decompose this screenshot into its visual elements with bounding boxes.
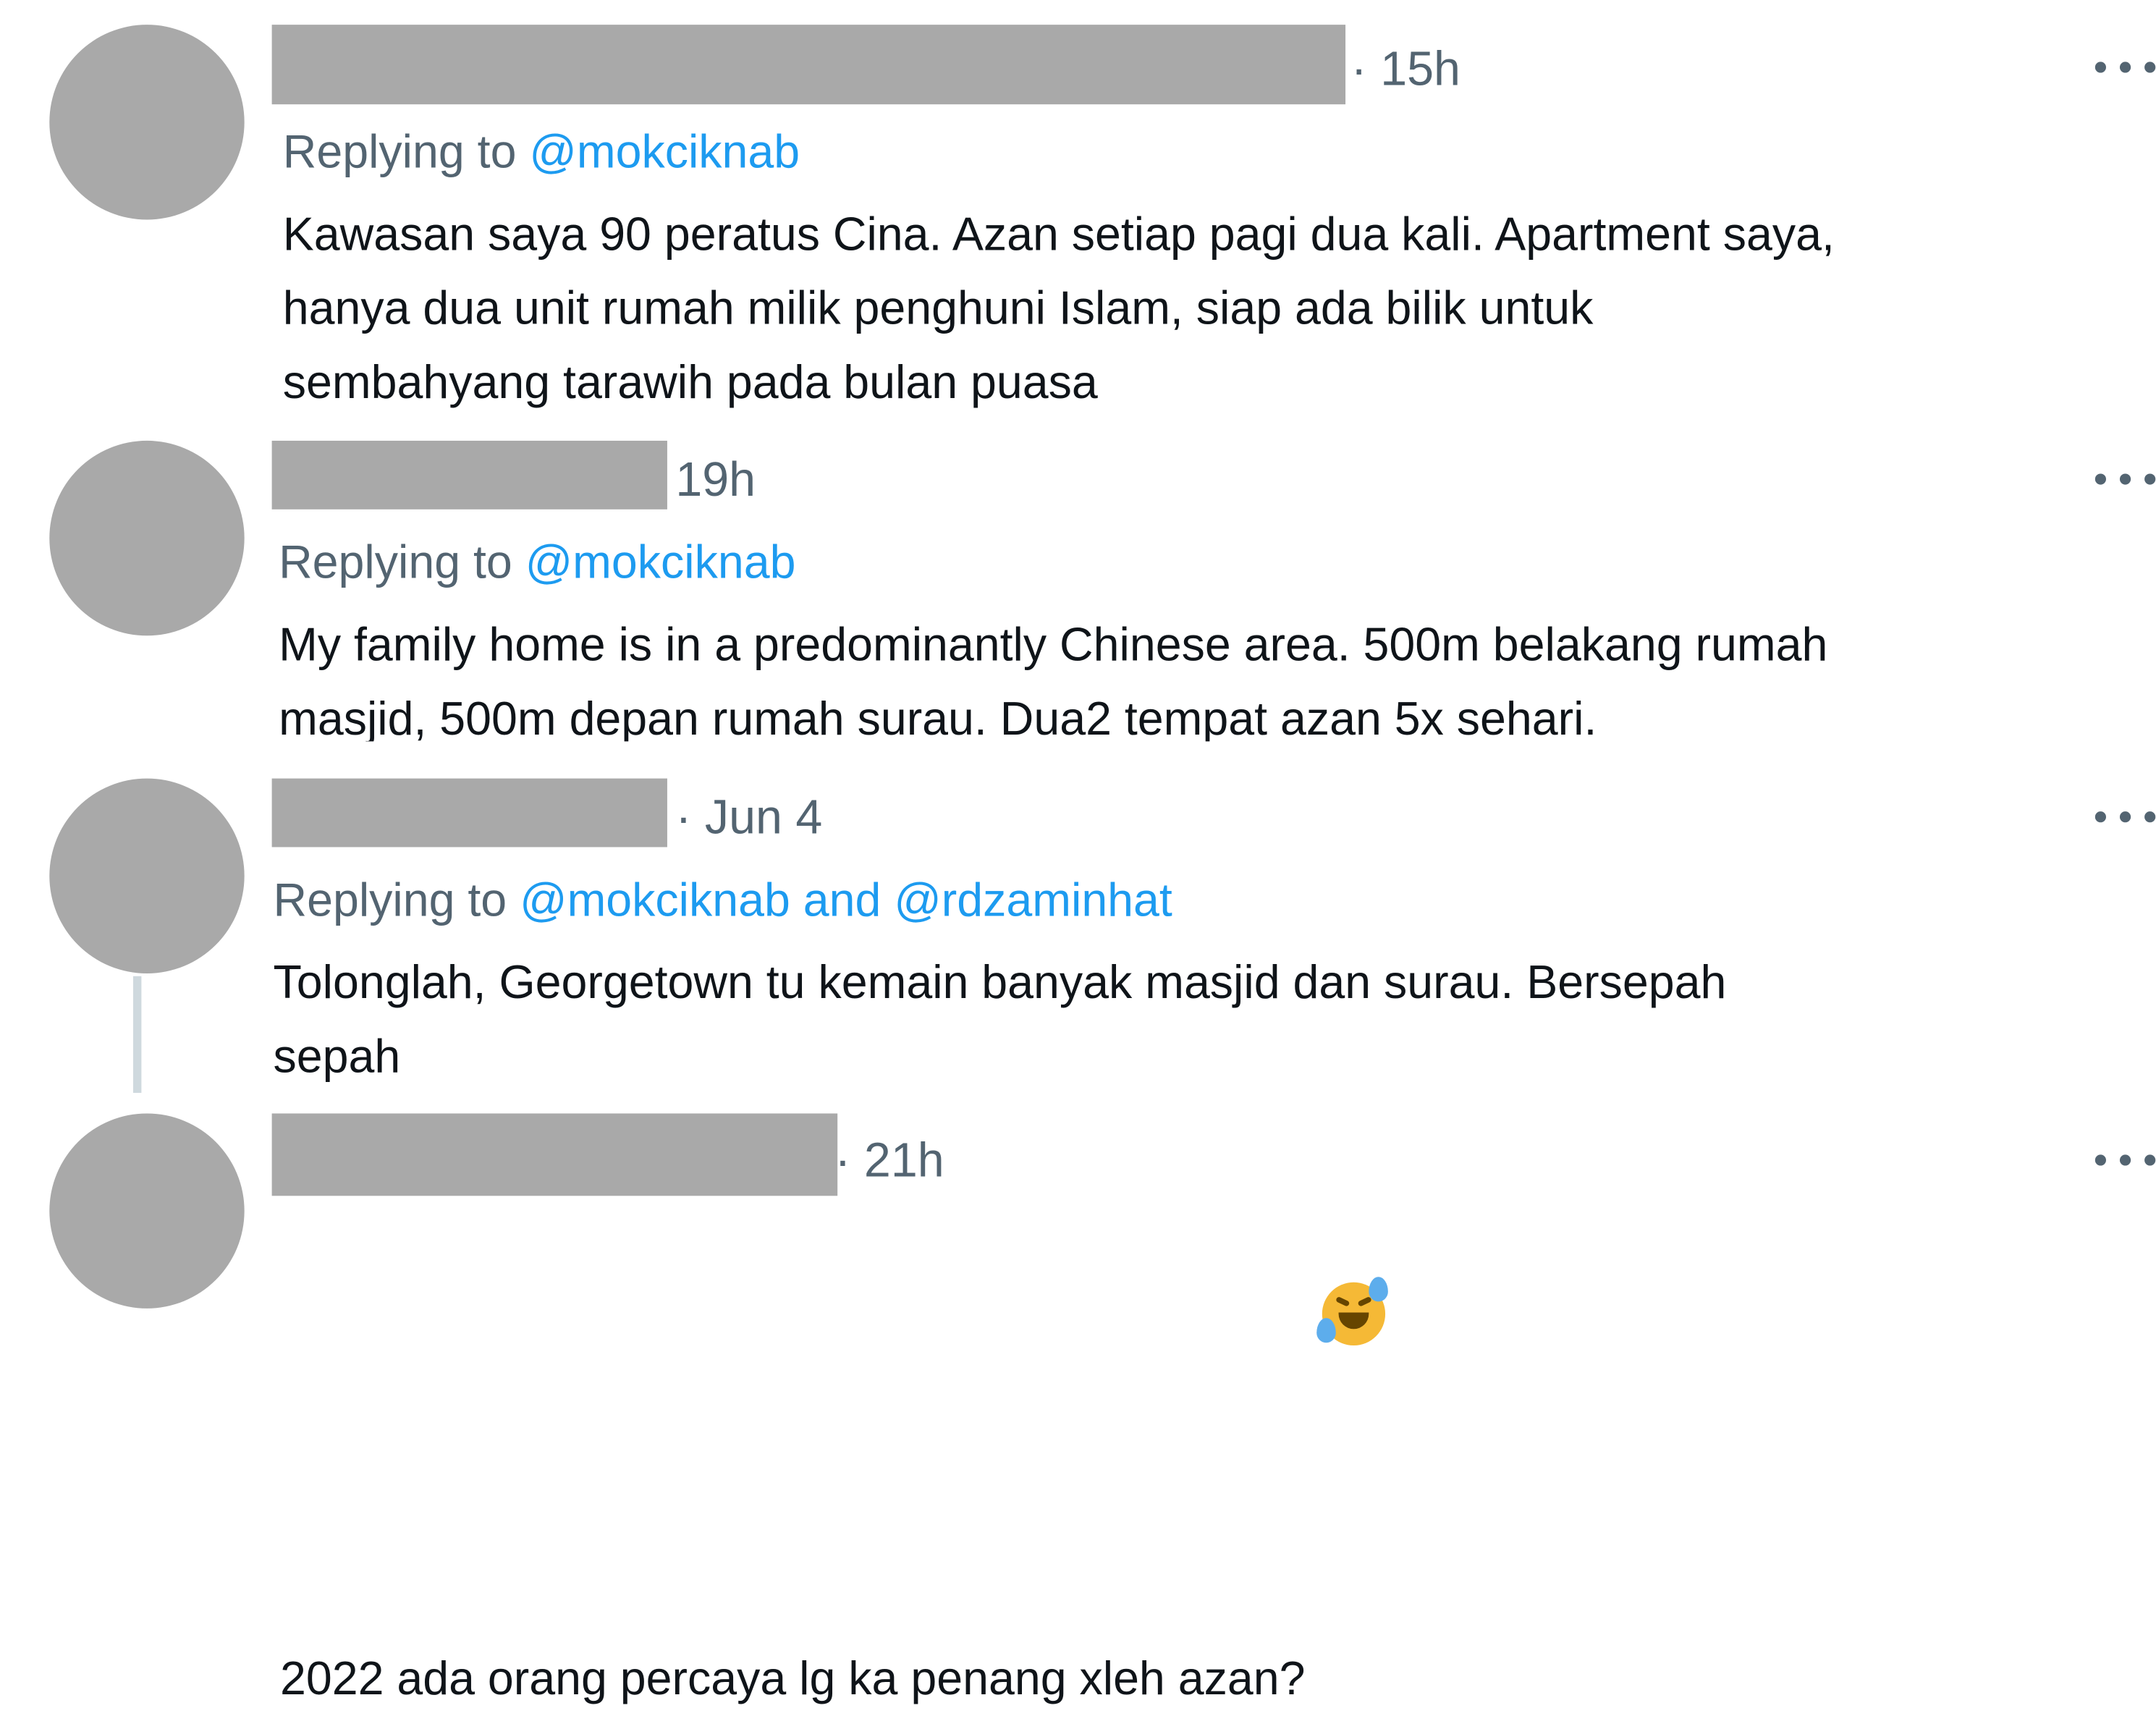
mention-link[interactable]: @mokciknab: [529, 127, 800, 179]
replying-to: Replying to @mokciknab and @rdzaminhat: [274, 873, 1172, 928]
reply-item[interactable]: · Jun 4 Replying to @mokciknab and @rdza…: [0, 764, 2156, 1102]
reply-text: Kawasan saya 90 peratus Cina. Azan setia…: [282, 208, 1835, 410]
timestamp[interactable]: · Jun 4: [675, 791, 822, 846]
mention-link[interactable]: @mokciknab and @rdzaminhat: [520, 874, 1172, 926]
avatar[interactable]: [49, 440, 245, 636]
replying-to-label: Replying to: [273, 874, 520, 927]
mention-link[interactable]: @mokciknab: [525, 537, 796, 589]
more-options-icon[interactable]: [2094, 1151, 2156, 1170]
redacted-username: [271, 1113, 838, 1196]
replying-to: Replying to @mokciknab: [279, 536, 795, 591]
rolling-on-floor-laughing-icon: [1316, 1277, 1388, 1346]
more-options-icon[interactable]: [2094, 470, 2156, 489]
avatar[interactable]: [49, 778, 245, 973]
reply-item[interactable]: · 15h Replying to @mokciknab Kawasan say…: [0, 0, 2156, 426]
reply-text: My family home is in a predominantly Chi…: [279, 619, 1828, 742]
more-options-icon[interactable]: [2094, 58, 2156, 77]
reply-text: 2022 ada orang percaya lg ka penang xleh…: [279, 1652, 1306, 1706]
reply-thread: · 15h Replying to @mokciknab Kawasan say…: [0, 0, 2156, 1705]
timestamp[interactable]: · 15h: [1351, 43, 1460, 98]
reply-text-line: 2022 ada orang percaya lg ka penang xleh…: [279, 1208, 1388, 1716]
avatar[interactable]: [49, 25, 245, 220]
redacted-username: [271, 440, 667, 510]
reply-item[interactable]: · 21h 2022 ada orang percaya lg ka penan…: [0, 1112, 2156, 1705]
replying-to-label: Replying to: [282, 126, 530, 179]
timestamp[interactable]: 19h: [675, 453, 756, 508]
more-options-icon[interactable]: [2094, 807, 2156, 827]
avatar[interactable]: [49, 1113, 245, 1309]
thread-connector-line: [133, 976, 142, 1094]
redacted-username: [271, 25, 1346, 105]
reply-item[interactable]: 19h Replying to @mokciknab My family hom…: [0, 426, 2156, 744]
replying-to-label: Replying to: [279, 536, 525, 589]
redacted-username: [271, 778, 667, 848]
timestamp[interactable]: · 21h: [834, 1134, 944, 1189]
reply-text: Tolonglah, Georgetown tu kemain banyak m…: [273, 957, 1727, 1083]
replying-to: Replying to @mokciknab: [283, 125, 800, 180]
